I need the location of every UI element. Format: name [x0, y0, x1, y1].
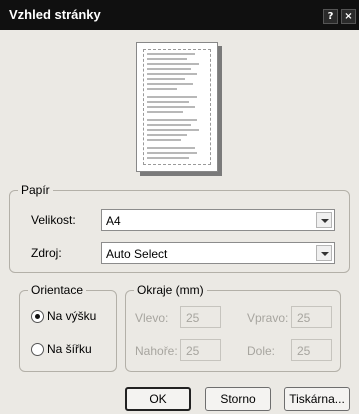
preview-text-line [147, 147, 195, 149]
orientation-group: Orientace [19, 283, 117, 372]
paper-source-value: Auto Select [106, 247, 168, 261]
preview-text-line [147, 68, 191, 70]
margin-top-label: Nahoře: [135, 344, 178, 358]
preview-text-line [147, 88, 177, 90]
margin-right-input[interactable]: 25 [291, 306, 332, 328]
page-preview-margin [143, 49, 211, 165]
preview-text-line [147, 83, 193, 85]
chevron-down-icon[interactable] [316, 245, 332, 261]
paper-source-label: Zdroj: [31, 246, 62, 260]
paper-size-select[interactable]: A4 [101, 209, 335, 231]
paper-size-label: Velikost: [31, 213, 76, 227]
preview-text-line [147, 78, 185, 80]
preview-text-line [147, 152, 197, 154]
page-preview [136, 42, 222, 176]
chevron-down-icon[interactable] [316, 212, 332, 228]
margin-top-input[interactable]: 25 [180, 339, 221, 361]
paper-size-value: A4 [106, 214, 121, 228]
landscape-radio[interactable] [31, 343, 44, 356]
preview-text-line [147, 124, 191, 126]
preview-text-line [147, 119, 197, 121]
paper-group-label: Papír [18, 183, 53, 197]
margin-bottom-input[interactable]: 25 [291, 339, 332, 361]
margin-bottom-label: Dole: [247, 344, 276, 358]
margin-left-input[interactable]: 25 [180, 306, 221, 328]
printer-button[interactable]: Tiskárna... [284, 387, 350, 411]
paper-source-select[interactable]: Auto Select [101, 242, 335, 264]
landscape-label[interactable]: Na šířku [47, 342, 92, 356]
margins-group-label: Okraje (mm) [134, 283, 207, 297]
preview-text-line [147, 53, 195, 55]
dialog-title: Vzhled stránky [9, 7, 101, 22]
preview-text-line [147, 111, 183, 113]
help-button[interactable]: ? [323, 9, 338, 24]
orientation-group-label: Orientace [28, 283, 87, 297]
title-bar: Vzhled stránky ? × [0, 0, 359, 30]
margin-left-label: Vlevo: [135, 311, 169, 325]
cancel-button[interactable]: Storno [205, 387, 271, 411]
ok-button[interactable]: OK [125, 387, 191, 411]
preview-text-line [147, 73, 197, 75]
preview-text-line [147, 134, 187, 136]
preview-text-line [147, 129, 199, 131]
close-button[interactable]: × [341, 9, 356, 24]
preview-text-line [147, 139, 181, 141]
preview-text-line [147, 58, 187, 60]
portrait-radio[interactable] [31, 310, 44, 323]
preview-text-line [147, 96, 197, 98]
preview-text-line [147, 63, 199, 65]
preview-text-line [147, 101, 189, 103]
portrait-label[interactable]: Na výšku [47, 309, 96, 323]
page-preview-paper [136, 42, 218, 172]
margin-right-label: Vpravo: [247, 311, 289, 325]
preview-text-line [147, 157, 189, 159]
preview-text-line [147, 106, 195, 108]
page-setup-dialog: Vzhled stránky ? × Papír Velikost: A4 Zd… [0, 0, 359, 414]
